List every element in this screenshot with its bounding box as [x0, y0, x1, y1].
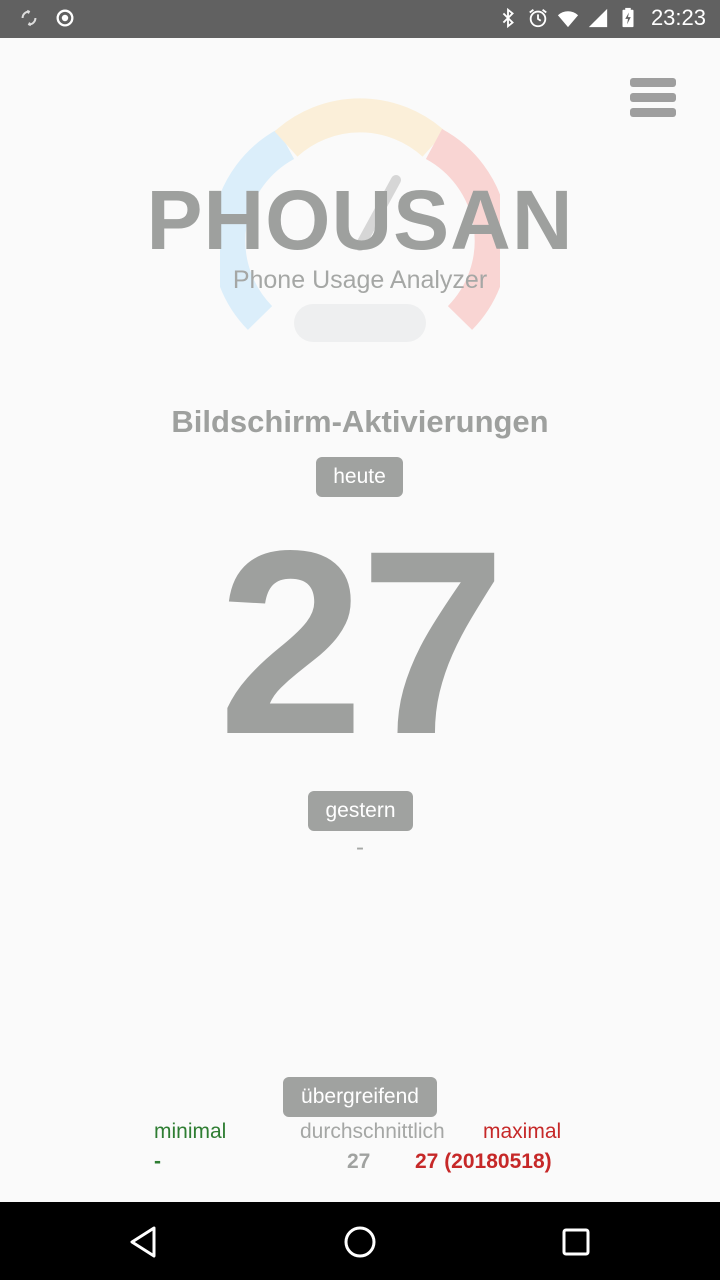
menu-bar-top: [630, 78, 676, 87]
sync-icon: [21, 9, 37, 27]
max-value: 27 (20180518): [415, 1150, 552, 1173]
yesterday-badge: gestern: [308, 791, 413, 831]
bluetooth-icon: [502, 7, 514, 29]
home-icon[interactable]: [340, 1222, 380, 1262]
menu-bar-middle: [630, 93, 676, 102]
min-label: minimal: [154, 1120, 227, 1143]
overall-badge: übergreifend: [283, 1077, 437, 1117]
avg-label: durchschnittlich: [300, 1120, 445, 1143]
app-subtitle: Phone Usage Analyzer: [232, 266, 488, 294]
app-title: PHOUSAN: [146, 173, 574, 267]
section-title: Bildschirm-Aktivierungen: [171, 404, 549, 439]
clock: 23:23: [650, 5, 706, 30]
min-value: -: [154, 1150, 161, 1173]
recents-icon[interactable]: [556, 1222, 596, 1262]
back-icon[interactable]: [124, 1222, 164, 1262]
avg-value: 27: [347, 1150, 371, 1173]
today-count: 27: [218, 496, 505, 789]
wifi-icon: [557, 11, 579, 28]
menu-bar-bottom: [630, 108, 676, 117]
today-badge: heute: [316, 457, 403, 497]
hamburger-menu-icon[interactable]: [630, 78, 680, 124]
yesterday-count: -: [356, 834, 364, 861]
status-bar: 23:23: [0, 0, 720, 38]
battery-charging-icon: [622, 7, 634, 28]
record-icon: [56, 9, 74, 27]
alarm-icon: [529, 9, 547, 28]
max-label: maximal: [483, 1120, 562, 1143]
signal-icon: [588, 8, 608, 28]
navigation-bar: [0, 1202, 720, 1280]
